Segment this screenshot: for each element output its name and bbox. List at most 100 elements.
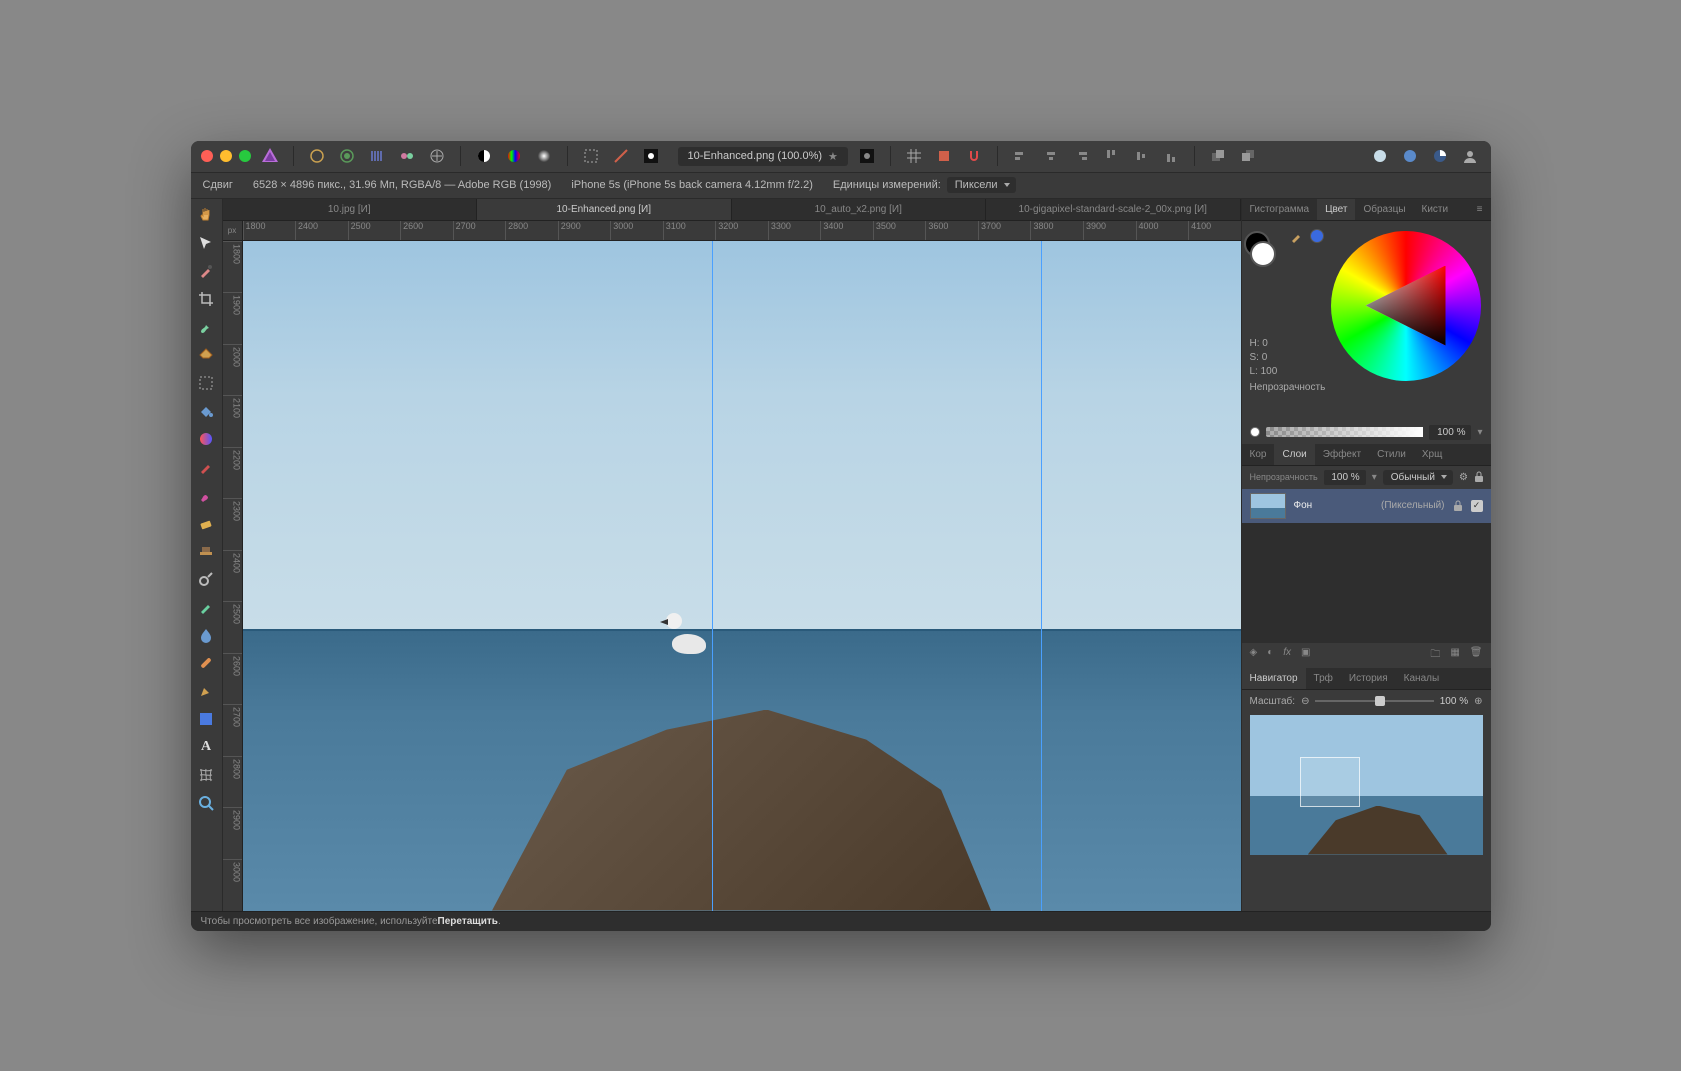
add-layer-icon[interactable]: ▦: [1450, 647, 1459, 664]
document-tab[interactable]: 10-gigapixel-standard-scale-2_00x.png [И…: [986, 199, 1241, 220]
layer-fx-icon[interactable]: fx: [1283, 647, 1291, 664]
hand-tool-icon[interactable]: [194, 203, 218, 227]
layer-adjustment-icon[interactable]: ◐: [1267, 647, 1273, 664]
tab-histogram[interactable]: Гистограмма: [1242, 199, 1318, 220]
document-tab[interactable]: 10_auto_x2.png [И]: [732, 199, 987, 220]
persona-tone-map-icon[interactable]: [396, 145, 418, 167]
zoom-out-icon[interactable]: ⊖: [1301, 696, 1309, 707]
tab-effects[interactable]: Эффект: [1315, 444, 1369, 465]
arrange-front-icon[interactable]: [1207, 145, 1229, 167]
marquee-icon[interactable]: [580, 145, 602, 167]
mesh-warp-tool-icon[interactable]: [194, 763, 218, 787]
horizontal-ruler[interactable]: 1800240025002600270028002900300031003200…: [243, 221, 1241, 241]
pixel-brush-tool-icon[interactable]: [194, 483, 218, 507]
flood-select-tool-icon[interactable]: [194, 343, 218, 367]
move-tool-icon[interactable]: [194, 231, 218, 255]
grid-icon[interactable]: [903, 145, 925, 167]
canvas-area[interactable]: px 1800240025002600270028002900300031003…: [223, 221, 1241, 911]
zoom-value[interactable]: 100 %: [1440, 696, 1468, 707]
blend-mode-dropdown[interactable]: Обычный: [1383, 470, 1453, 485]
persona-photo-icon[interactable]: [306, 145, 328, 167]
persona-liquify-icon[interactable]: [336, 145, 358, 167]
selection-brush-tool-icon[interactable]: [194, 315, 218, 339]
delete-layer-icon[interactable]: 🗑: [1470, 647, 1483, 664]
align-right-icon[interactable]: [1070, 145, 1092, 167]
snapping-icon[interactable]: [963, 145, 985, 167]
persona-develop-icon[interactable]: [366, 145, 388, 167]
tab-history[interactable]: История: [1341, 668, 1396, 689]
align-bottom-icon[interactable]: [1160, 145, 1182, 167]
marquee-tool-icon[interactable]: [194, 371, 218, 395]
tab-channels[interactable]: Каналы: [1396, 668, 1448, 689]
gear-icon[interactable]: ⚙: [1459, 472, 1468, 483]
layer-row[interactable]: Фон (Пиксельный) ✓: [1242, 489, 1491, 523]
opacity-value[interactable]: 100 %: [1429, 425, 1471, 440]
panel-menu-icon[interactable]: ≡: [1469, 199, 1491, 220]
quick-mask-icon[interactable]: [640, 145, 662, 167]
canvas[interactable]: [243, 241, 1241, 911]
record-icon[interactable]: [856, 145, 878, 167]
units-dropdown[interactable]: Пиксели: [947, 177, 1016, 193]
vertical-guide[interactable]: [712, 241, 713, 911]
pen-tool-icon[interactable]: [194, 679, 218, 703]
align-top-icon[interactable]: [1100, 145, 1122, 167]
tab-navigator[interactable]: Навигатор: [1242, 668, 1306, 689]
tab-transform[interactable]: Трф: [1306, 668, 1341, 689]
text-tool-icon[interactable]: A: [194, 735, 218, 759]
layer-crop-icon[interactable]: ▣: [1301, 647, 1310, 664]
colorwheel-icon[interactable]: [503, 145, 525, 167]
tab-adjustments[interactable]: Кор: [1242, 444, 1275, 465]
align-middle-icon[interactable]: [1130, 145, 1152, 167]
navigator-viewport[interactable]: [1300, 757, 1360, 807]
color-picker-tool-icon[interactable]: [194, 259, 218, 283]
gradient-tool-icon[interactable]: [194, 427, 218, 451]
align-left-icon[interactable]: [1010, 145, 1032, 167]
opacity-menu-icon[interactable]: ▾: [1477, 427, 1482, 438]
flood-fill-tool-icon[interactable]: [194, 399, 218, 423]
contrast-icon[interactable]: [473, 145, 495, 167]
selection-refine-icon[interactable]: [610, 145, 632, 167]
healing-tool-icon[interactable]: [194, 651, 218, 675]
tab-channels-short[interactable]: Хрщ: [1414, 444, 1450, 465]
primary-color-swatch[interactable]: [1250, 241, 1276, 267]
opacity-slider[interactable]: [1266, 427, 1424, 437]
lock-icon[interactable]: [1474, 471, 1483, 483]
zoom-in-icon[interactable]: ⊕: [1474, 696, 1482, 707]
layer-visible-checkbox[interactable]: ✓: [1471, 500, 1483, 512]
paint-brush-tool-icon[interactable]: [194, 455, 218, 479]
dodge-tool-icon[interactable]: [194, 567, 218, 591]
document-tab[interactable]: 10.jpg [И]: [223, 199, 478, 220]
crop-tool-icon[interactable]: [194, 287, 218, 311]
assistant-pie-icon[interactable]: [1429, 145, 1451, 167]
layer-mask-icon[interactable]: ◈: [1250, 647, 1258, 664]
minimize-window-button[interactable]: [220, 150, 232, 162]
lock-icon[interactable]: [1453, 500, 1463, 512]
tab-color[interactable]: Цвет: [1317, 199, 1355, 220]
tab-brushes[interactable]: Кисти: [1414, 199, 1457, 220]
layer-opacity-dropdown-icon[interactable]: ▾: [1372, 472, 1377, 483]
eyedropper-icon[interactable]: [1290, 229, 1304, 243]
assistant-circle-icon[interactable]: [1369, 145, 1391, 167]
persona-export-icon[interactable]: [426, 145, 448, 167]
layer-opacity-value[interactable]: 100 %: [1324, 470, 1366, 485]
arrange-back-icon[interactable]: [1237, 145, 1259, 167]
group-layer-icon[interactable]: 🗀: [1430, 647, 1440, 664]
document-tab[interactable]: 10-Enhanced.png [И]: [477, 199, 732, 220]
assistant-shape-icon[interactable]: [1399, 145, 1421, 167]
navigator-preview[interactable]: [1250, 715, 1483, 855]
close-window-button[interactable]: [201, 150, 213, 162]
pixel-grid-icon[interactable]: [933, 145, 955, 167]
zoom-tool-icon[interactable]: [194, 791, 218, 815]
tab-layers[interactable]: Слои: [1274, 444, 1314, 465]
gradient-circle-icon[interactable]: [533, 145, 555, 167]
vertical-guide[interactable]: [1041, 241, 1042, 911]
zoom-slider[interactable]: [1315, 700, 1433, 702]
erase-tool-icon[interactable]: [194, 511, 218, 535]
rectangle-tool-icon[interactable]: [194, 707, 218, 731]
tab-swatches[interactable]: Образцы: [1355, 199, 1413, 220]
blur-tool-icon[interactable]: [194, 623, 218, 647]
vertical-ruler[interactable]: 1800190020002100220023002400250026002700…: [223, 241, 243, 911]
tab-styles[interactable]: Стили: [1369, 444, 1414, 465]
align-center-h-icon[interactable]: [1040, 145, 1062, 167]
clone-tool-icon[interactable]: [194, 539, 218, 563]
